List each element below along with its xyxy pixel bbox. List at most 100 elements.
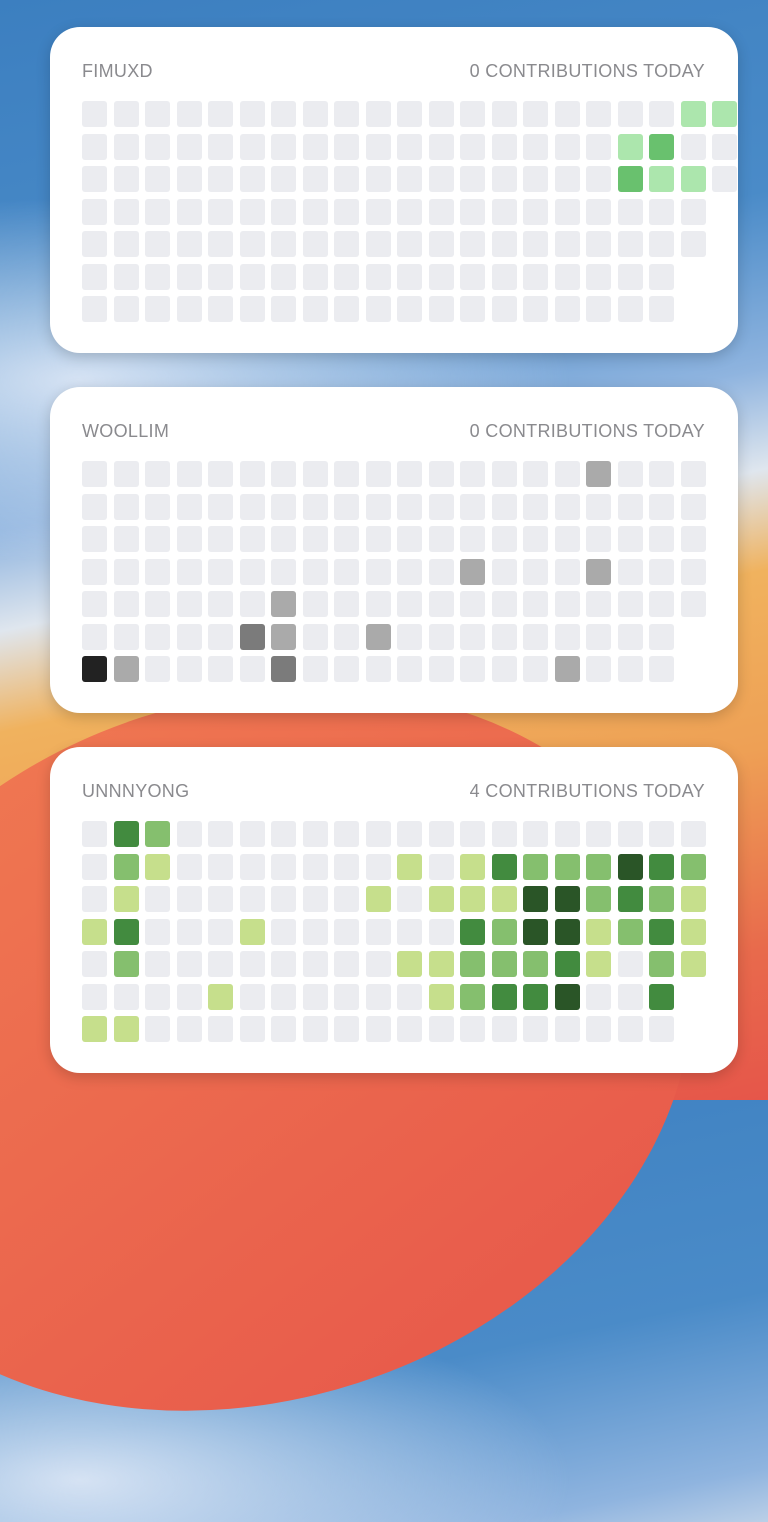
contribution-cell [428,623,454,650]
contribution-cell [208,526,233,552]
contribution-cell [617,133,643,160]
contribution-cell [523,591,548,617]
contribution-cell [302,918,328,945]
contribution-cell [649,853,674,880]
contribution-cell [617,296,643,322]
contribution-cell [113,821,139,847]
contribution-cell [649,983,674,1010]
contribution-cell [271,983,296,1010]
contribution-cell [113,461,139,487]
contribution-cell [428,133,454,160]
contribution-cell [460,918,485,945]
contribution-cell [334,886,359,912]
contribution-cell [617,1016,643,1042]
contribution-cell [239,461,265,487]
contribution-cell [554,656,580,682]
contribution-cell [586,198,611,225]
contribution-cell [649,656,674,682]
contribution-cell [145,198,170,225]
contribution-cell [365,296,391,322]
contribution-cell [176,133,202,160]
contribution-cell [397,493,422,520]
contribution-cell [365,918,391,945]
contribution-cell [271,951,296,977]
contribution-cell [302,853,328,880]
contribution-cell [397,1016,422,1042]
contribution-cell [176,101,202,127]
contribution-cell [271,231,296,257]
contribution-cell [397,263,422,290]
contribution-cell [680,886,706,912]
contribution-cell [523,623,548,650]
contribution-cell [617,461,643,487]
contribution-cell [176,623,202,650]
contribution-cell [82,231,107,257]
contribution-cell [82,951,107,977]
contribution-cell [523,101,548,127]
contribution-widget-fimuxd[interactable]: FIMUXD 0 CONTRIBUTIONS TODAY [50,27,738,353]
contribution-widget-woollim[interactable]: WOOLLIM 0 CONTRIBUTIONS TODAY [50,387,738,713]
contribution-cell [460,198,485,225]
contribution-cell [82,101,107,127]
contribution-cell [302,133,328,160]
contribution-cell [302,198,328,225]
contribution-cell [334,821,359,847]
contribution-cell [271,853,296,880]
contribution-cell [271,591,296,617]
contribution-cell [428,198,454,225]
contribution-cell [649,558,674,585]
contribution-cell [271,656,296,682]
contribution-cell [239,558,265,585]
contribution-cell [239,166,265,192]
contribution-cell [113,231,139,257]
contribution-cell [365,101,391,127]
contribution-cell [491,461,517,487]
contribution-cell [82,591,107,617]
contribution-cell [617,166,643,192]
contribution-cell [460,461,485,487]
contribution-cell [523,983,548,1010]
contribution-cell [302,231,328,257]
contribution-cell [680,493,706,520]
contribution-cell [113,1016,139,1042]
contribution-cell [302,101,328,127]
contribution-cell [113,296,139,322]
contribution-cell [586,133,611,160]
contribution-cell [554,591,580,617]
contribution-cell [176,656,202,682]
contribution-cell [491,231,517,257]
contribution-cell [460,166,485,192]
contribution-cell [649,198,674,225]
contribution-cell [554,951,580,977]
contribution-cell [176,231,202,257]
contribution-cell [586,886,611,912]
contribution-cell [271,133,296,160]
contribution-cell [113,951,139,977]
contribution-cell [617,821,643,847]
contribution-cell [554,231,580,257]
contribution-cell [428,166,454,192]
contribution-cell [82,853,107,880]
contribution-cell [82,296,107,322]
contribution-cell [302,656,328,682]
contribution-cell [586,821,611,847]
contribution-widget-unnnyong[interactable]: UNNNYONG 4 CONTRIBUTIONS TODAY [50,747,738,1073]
contribution-cell [649,263,674,290]
contribution-cell [302,296,328,322]
contribution-cell [554,918,580,945]
contribution-cell [460,263,485,290]
contribution-cell [334,166,359,192]
contribution-cell [145,1016,170,1042]
contribution-cell [554,101,580,127]
contribution-cell [176,853,202,880]
contribution-cell [460,1016,485,1042]
contribution-cell [145,101,170,127]
contribution-cell [680,198,706,225]
contribution-cell [491,526,517,552]
contribution-cell [365,558,391,585]
contribution-cell [680,821,706,847]
contribution-cell [113,101,139,127]
contribution-cell [113,918,139,945]
contribution-cell [113,198,139,225]
contribution-cell [712,166,737,192]
